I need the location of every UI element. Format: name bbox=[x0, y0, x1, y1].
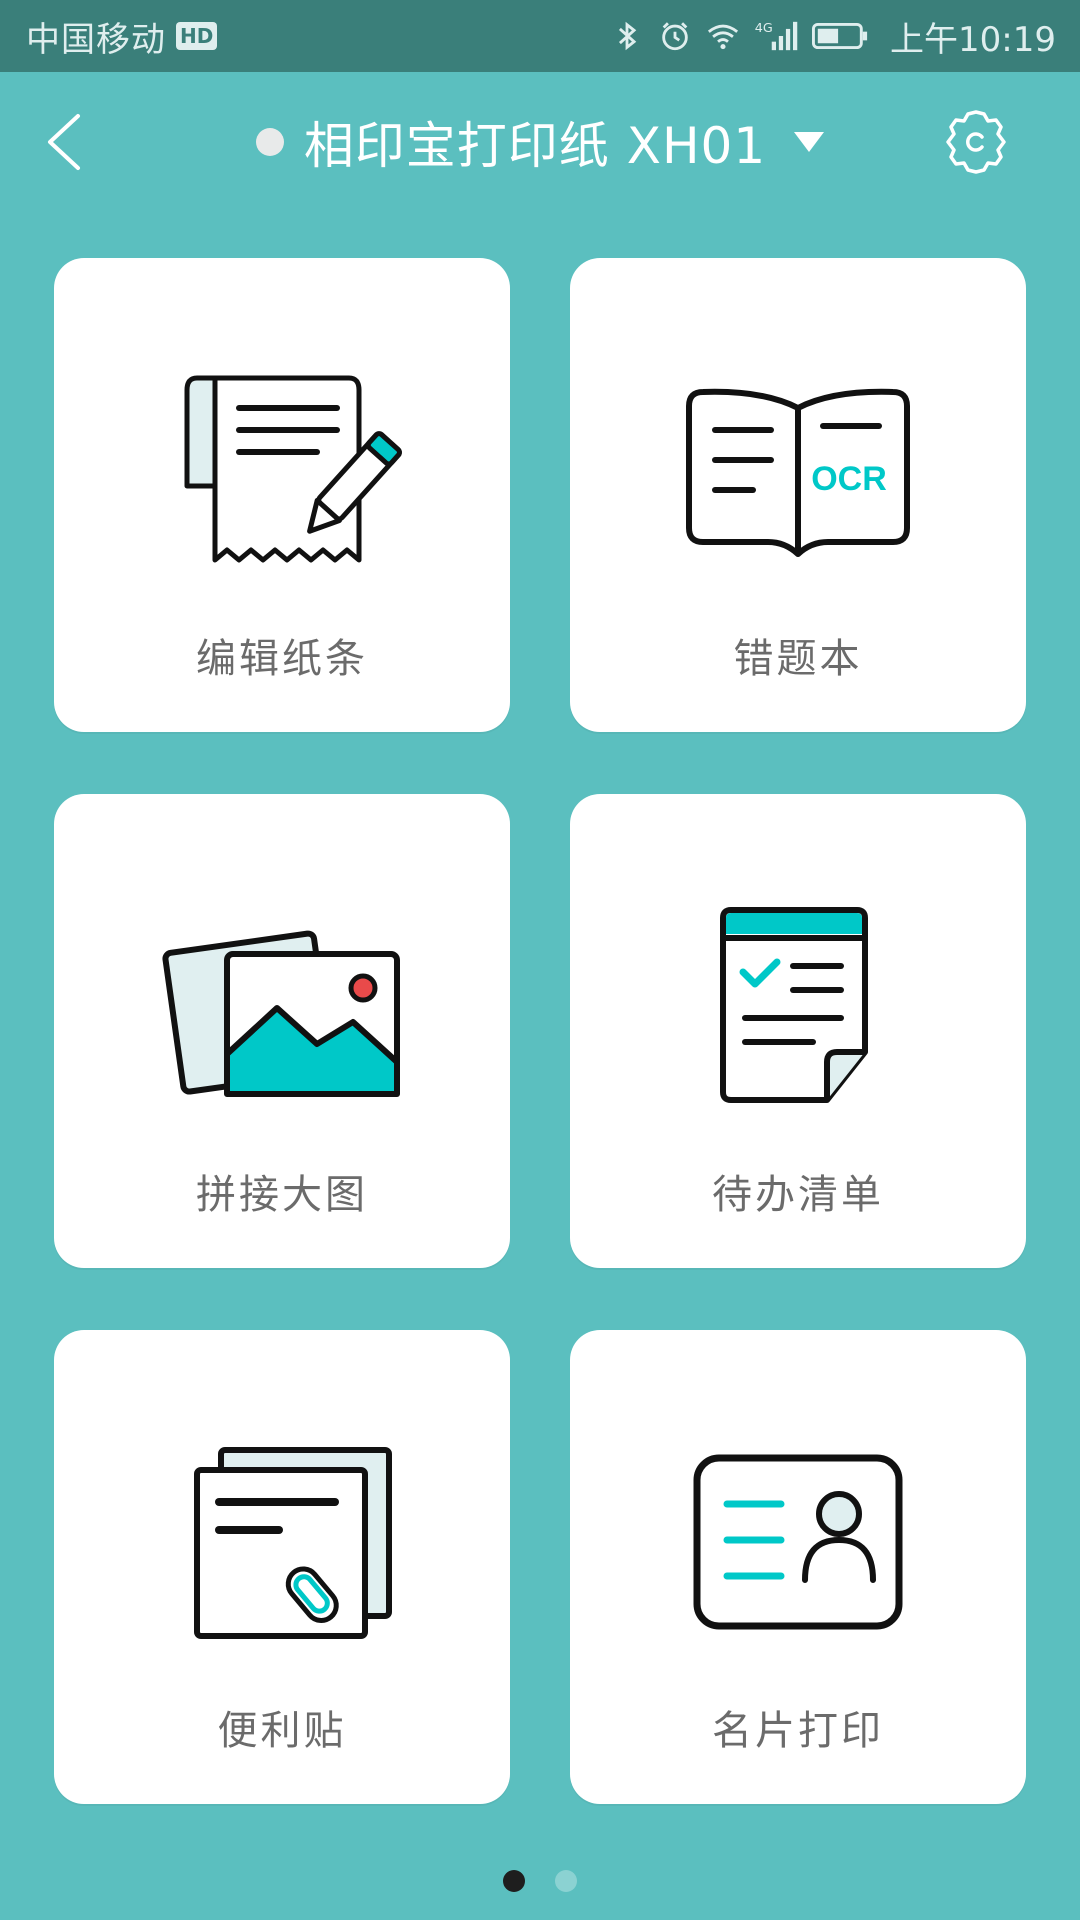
feature-label: 拼接大图 bbox=[196, 1172, 368, 1218]
feature-card-todo-list[interactable]: 待办清单 bbox=[570, 794, 1026, 1268]
feature-card-edit-note[interactable]: 编辑纸条 bbox=[54, 258, 510, 732]
device-title: 相印宝打印纸 XH01 bbox=[303, 117, 767, 175]
connection-status-dot bbox=[255, 128, 284, 156]
feature-card-mistake-book[interactable]: OCR 错题本 bbox=[570, 258, 1026, 732]
page-indicator bbox=[0, 1870, 1080, 1892]
feature-label: 待办清单 bbox=[712, 1172, 884, 1218]
battery-icon bbox=[812, 22, 868, 50]
feature-label: 名片打印 bbox=[712, 1708, 884, 1754]
app-header: 相印宝打印纸 XH01 bbox=[0, 72, 1080, 212]
receipt-pencil-icon bbox=[184, 375, 402, 563]
ocr-text: OCR bbox=[811, 460, 887, 498]
feature-card-sticky-note[interactable]: 便利贴 bbox=[54, 1330, 510, 1804]
feature-label: 编辑纸条 bbox=[196, 636, 368, 682]
carrier-name: 中国移动 bbox=[26, 19, 166, 60]
bluetooth-icon bbox=[618, 21, 637, 51]
network-type-label: 4G bbox=[755, 21, 773, 36]
feature-card-stitch-photo[interactable]: 拼接大图 bbox=[54, 794, 510, 1268]
device-selector[interactable]: 相印宝打印纸 XH01 bbox=[0, 72, 1080, 212]
feature-label: 便利贴 bbox=[217, 1708, 347, 1754]
feature-card-business-card[interactable]: 名片打印 bbox=[570, 1330, 1026, 1804]
caret-down-icon bbox=[794, 132, 825, 152]
status-bar-right: 4G 上午10:19 bbox=[610, 0, 1056, 72]
hd-badge: HD bbox=[176, 22, 218, 50]
gear-icon[interactable] bbox=[938, 104, 1014, 180]
status-bar: 中国移动 HD 4G 上午10:19 bbox=[0, 0, 1080, 72]
status-bar-left: 中国移动 HD bbox=[26, 0, 218, 72]
wifi-icon bbox=[707, 24, 739, 50]
photos-icon bbox=[162, 930, 400, 1097]
feature-label: 错题本 bbox=[733, 636, 863, 682]
page-dot-2[interactable] bbox=[555, 1870, 577, 1892]
checklist-icon bbox=[720, 907, 868, 1103]
signal-icon: 4G bbox=[755, 21, 798, 51]
page-dot-1[interactable] bbox=[503, 1870, 525, 1892]
business-card-icon bbox=[693, 1454, 903, 1630]
sticky-note-icon bbox=[194, 1447, 392, 1639]
book-ocr-icon: OCR bbox=[686, 388, 910, 557]
alarm-icon bbox=[662, 22, 688, 51]
status-time: 上午10:19 bbox=[890, 19, 1056, 60]
